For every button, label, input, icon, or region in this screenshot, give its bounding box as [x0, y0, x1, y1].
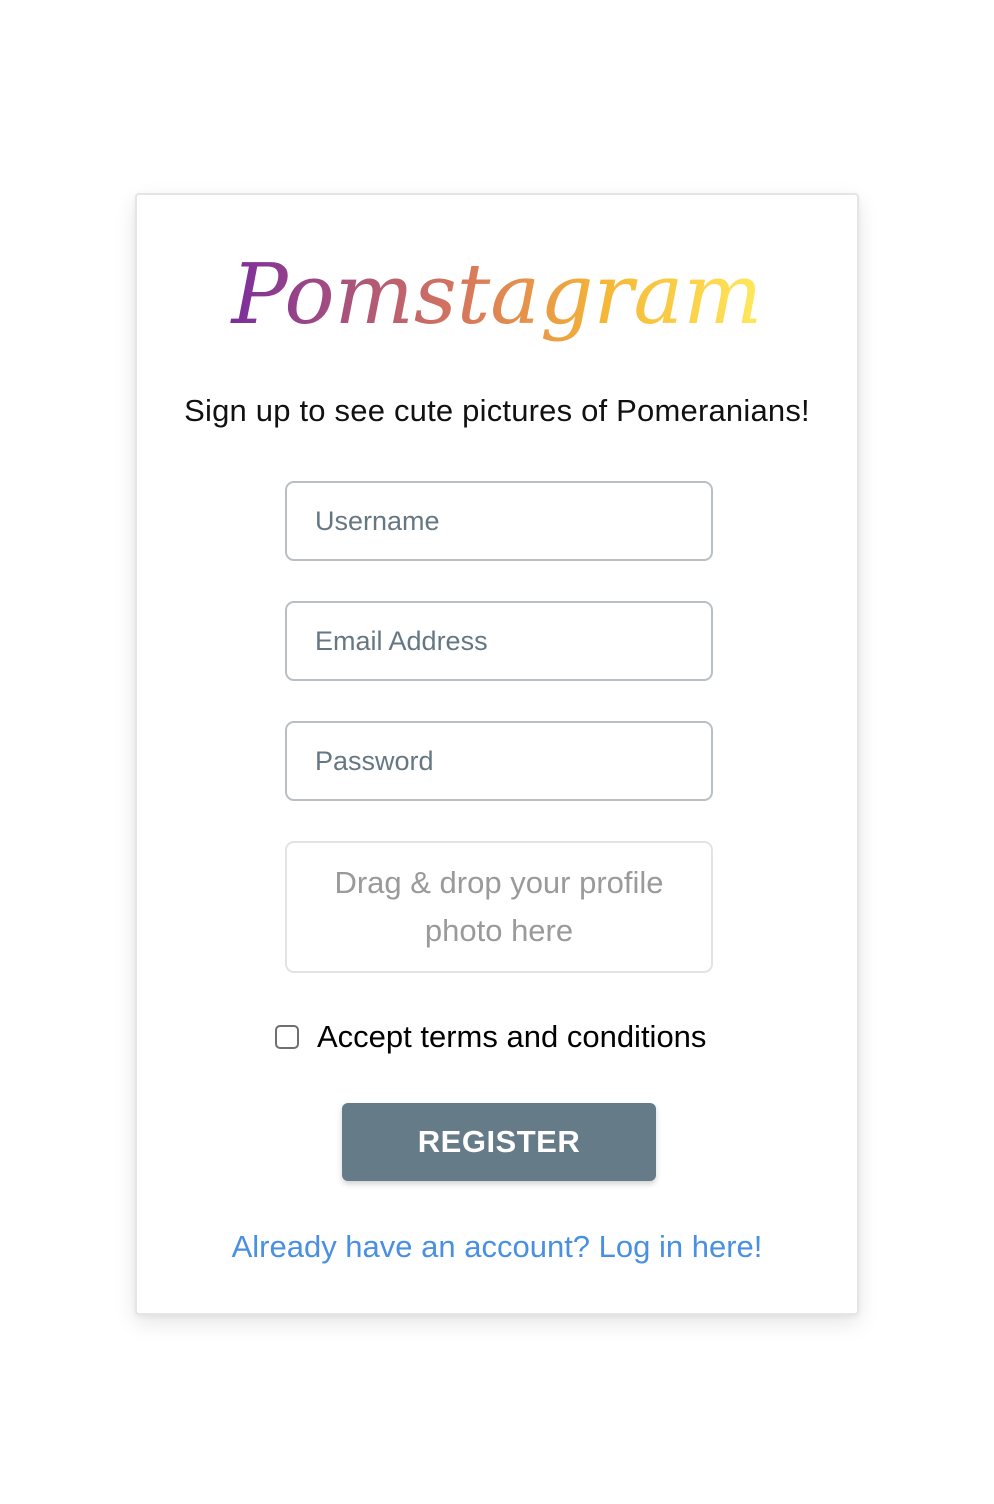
username-input[interactable] [285, 481, 713, 561]
page: Pomstagram Sign up to see cute pictures … [0, 0, 994, 1504]
logo: Pomstagram [137, 243, 857, 373]
terms-row[interactable]: Accept terms and conditions [275, 1017, 706, 1057]
logo-text: Pomstagram [230, 245, 763, 343]
profile-photo-dropzone[interactable]: Drag & drop your profile photo here [285, 841, 713, 973]
dropzone-text: Drag & drop your profile photo here [334, 865, 664, 948]
email-input[interactable] [285, 601, 713, 681]
terms-checkbox[interactable] [275, 1025, 299, 1049]
password-input[interactable] [285, 721, 713, 801]
register-button[interactable]: REGISTER [342, 1103, 656, 1181]
signup-card: Pomstagram Sign up to see cute pictures … [135, 193, 859, 1315]
login-link[interactable]: Already have an account? Log in here! [137, 1229, 857, 1265]
terms-label: Accept terms and conditions [317, 1019, 707, 1054]
tagline: Sign up to see cute pictures of Pomerani… [184, 393, 810, 428]
